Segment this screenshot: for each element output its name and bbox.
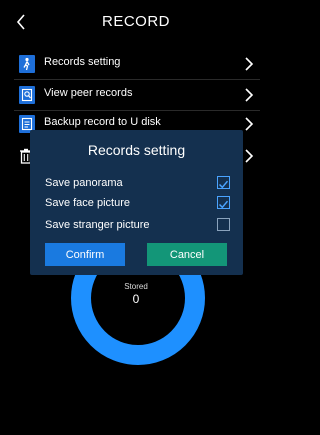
confirm-button[interactable]: Confirm (45, 243, 125, 266)
gauge-value: 0 (132, 292, 140, 306)
chevron-right-icon (245, 88, 254, 102)
menu-item-records-setting[interactable]: Records setting (0, 50, 272, 80)
checkmark-icon (218, 180, 229, 189)
chevron-right-icon (245, 57, 254, 71)
page-title: RECORD (101, 13, 170, 30)
divider (14, 79, 260, 80)
search-doc-icon (19, 86, 35, 104)
menu-item-label: Records setting (44, 56, 121, 68)
person-walk-icon (19, 55, 35, 73)
chevron-right-icon (245, 117, 254, 131)
dialog-title: Records setting (87, 142, 186, 158)
menu-item-label: Backup record to U disk (44, 116, 161, 128)
option-save-stranger-picture[interactable]: Save stranger picture (45, 218, 230, 234)
checkmark-icon (218, 200, 229, 209)
checkbox-save-stranger-picture[interactable] (217, 218, 230, 231)
gauge-label: Stored (124, 282, 148, 291)
chevron-right-icon (245, 149, 254, 163)
checkbox-save-panorama[interactable] (217, 176, 230, 189)
option-label: Save stranger picture (45, 219, 150, 231)
cancel-button[interactable]: Cancel (147, 243, 227, 266)
option-save-panorama[interactable]: Save panorama (45, 176, 230, 192)
option-save-face-picture[interactable]: Save face picture (45, 196, 230, 212)
records-setting-dialog: Records setting Save panorama Save face … (30, 130, 243, 275)
menu-item-label: View peer records (44, 87, 133, 99)
option-label: Save panorama (45, 177, 123, 189)
menu-item-view-peer-records[interactable]: View peer records (0, 81, 272, 111)
option-label: Save face picture (45, 197, 130, 209)
header-bar: RECORD (0, 0, 272, 44)
checkbox-save-face-picture[interactable] (217, 196, 230, 209)
